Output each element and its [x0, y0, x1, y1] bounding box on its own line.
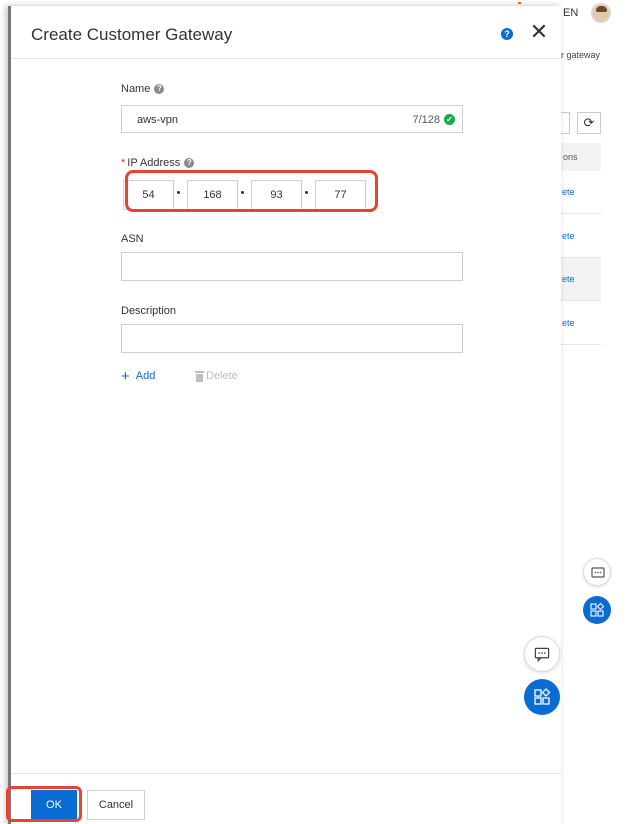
close-icon[interactable]: ✕ [529, 21, 549, 43]
header-divider [11, 58, 561, 59]
check-circle-icon: ✓ [444, 114, 455, 125]
name-label: Name [121, 83, 151, 95]
language-switcher[interactable]: EN [563, 7, 578, 19]
description-input[interactable] [121, 324, 463, 353]
apps-icon [534, 688, 551, 705]
dialog-title: Create Customer Gateway [31, 25, 233, 44]
feedback-chat-button[interactable] [524, 636, 560, 672]
name-label-row: Name ? [121, 83, 165, 95]
delete-label: Delete [206, 370, 238, 382]
breadcrumb: r gateway [561, 50, 601, 60]
table-row: ete [561, 258, 601, 301]
avatar[interactable] [591, 3, 611, 23]
apps-button[interactable] [524, 679, 560, 715]
required-asterisk: * [121, 157, 126, 169]
create-customer-gateway-dialog: Create Customer Gateway ? ✕ Name ? aws-v… [8, 6, 561, 824]
question-icon[interactable]: ? [184, 158, 195, 168]
delete-link[interactable]: ete [562, 274, 575, 284]
help-icon[interactable]: ? [501, 28, 513, 40]
chat-icon [534, 647, 550, 663]
add-label: Add [135, 370, 156, 382]
ip-address-label-row: * IP Address ? [121, 157, 195, 169]
trash-icon [195, 370, 204, 382]
table-row: ete [561, 171, 601, 214]
top-bar-accent [518, 2, 521, 4]
delete-link[interactable]: ete [562, 231, 575, 241]
refresh-icon[interactable]: ⟳ [577, 112, 601, 134]
footer-divider [11, 773, 561, 774]
ip-address-label: IP Address [127, 157, 181, 169]
ip-address-highlight [125, 170, 378, 212]
plus-icon: + [121, 367, 130, 385]
table-header-actions: ons [561, 143, 601, 171]
delete-link[interactable]: ete [562, 318, 575, 328]
description-label: Description [121, 305, 177, 317]
delete-link[interactable]: ete [562, 187, 575, 197]
apps-icon [590, 602, 605, 617]
add-button[interactable]: + Add [121, 367, 156, 385]
name-char-counter: 7/128 [412, 114, 440, 126]
asn-input[interactable] [121, 252, 463, 281]
question-icon[interactable]: ? [154, 84, 165, 94]
ok-button-highlight [6, 786, 82, 822]
feedback-chat-button[interactable] [583, 558, 611, 586]
table-row: ete [561, 215, 601, 258]
chat-icon [591, 567, 605, 578]
delete-button: Delete [195, 370, 238, 382]
cancel-button[interactable]: Cancel [87, 790, 145, 820]
table-row: ete [561, 302, 601, 345]
name-field[interactable]: aws-vpn 7/128 ✓ [121, 105, 463, 133]
apps-button[interactable] [583, 596, 611, 624]
name-value: aws-vpn [137, 114, 178, 126]
asn-label: ASN [121, 233, 144, 245]
